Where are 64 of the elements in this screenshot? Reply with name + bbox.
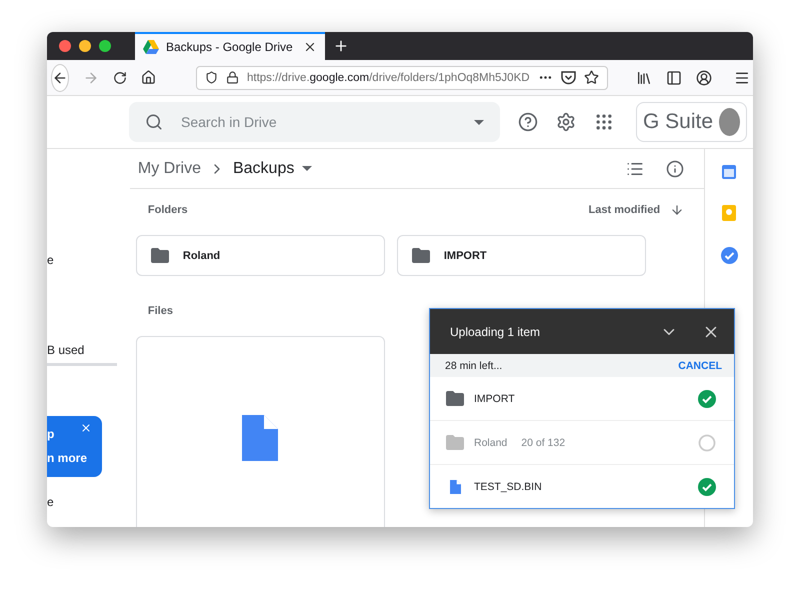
search-icon[interactable] — [145, 113, 163, 131]
lock-icon — [226, 71, 239, 84]
close-icon[interactable] — [80, 422, 92, 434]
address-bar[interactable]: https://drive.google.com/drive/folders/1phOq8Mh5J0KD — [196, 66, 608, 90]
file-card[interactable] — [136, 336, 385, 527]
account-icon[interactable] — [696, 70, 712, 86]
folder-icon — [446, 391, 464, 406]
arrow-down-icon[interactable] — [670, 203, 684, 217]
close-tab-icon[interactable] — [303, 40, 317, 54]
checkmark-icon[interactable] — [720, 247, 738, 264]
document-icon — [450, 480, 460, 494]
shield-icon[interactable] — [205, 71, 218, 84]
time-left-text: 28 min left... — [445, 360, 502, 372]
dropdown-caret-icon[interactable] — [302, 166, 312, 171]
help-icon[interactable] — [518, 112, 538, 132]
folder-card[interactable]: IMPORT — [396, 235, 646, 276]
storage-bar — [47, 363, 117, 366]
folder-icon — [150, 248, 169, 263]
menu-icon[interactable] — [734, 70, 750, 86]
breadcrumb-item[interactable]: My Drive — [138, 160, 201, 178]
tab-title: Backups - Google Drive — [166, 40, 294, 54]
upload-item-name: IMPORT — [474, 392, 515, 404]
back-button[interactable] — [51, 64, 69, 92]
folder-icon — [412, 248, 430, 263]
sidebar-text: e — [47, 253, 55, 267]
panel-title: Uploading 1 item — [450, 324, 542, 338]
folder-name: Roland — [182, 250, 220, 262]
dropdown-caret-icon[interactable] — [474, 120, 484, 124]
search-bar[interactable]: Search in Drive — [129, 102, 500, 142]
url-text: https://drive.google.com/drive/folders/1phOq8Mh5J0KD — [247, 72, 530, 84]
calendar-icon[interactable] — [722, 165, 736, 179]
drive-logo-icon — [143, 40, 159, 54]
section-label: Folders — [148, 204, 188, 216]
home-icon[interactable] — [141, 70, 156, 85]
document-icon — [242, 415, 278, 461]
promo-text: n more — [47, 451, 88, 465]
folder-icon — [446, 435, 464, 450]
search-field[interactable]: Search in Drive — [179, 113, 458, 131]
pocket-icon[interactable] — [560, 70, 576, 84]
minimize-window-button[interactable] — [79, 40, 91, 52]
sidebar-icon[interactable] — [666, 70, 682, 86]
close-window-button[interactable] — [59, 40, 71, 52]
settings-icon[interactable] — [556, 112, 576, 132]
library-icon[interactable] — [636, 70, 652, 86]
cancel-link[interactable]: CANCEL — [678, 360, 722, 372]
upload-item-name: TEST_SD.BIN — [474, 480, 542, 492]
browser-tab[interactable]: Backups - Google Drive — [135, 32, 325, 60]
upload-item-name: Roland — [474, 436, 508, 448]
section-label: Files — [148, 305, 173, 317]
folder-card[interactable]: Roland — [136, 235, 385, 276]
info-icon[interactable] — [666, 160, 684, 178]
breadcrumb-item[interactable]: Backups — [232, 160, 294, 178]
promo-text: p — [47, 427, 54, 441]
bookmark-star-icon[interactable] — [584, 70, 599, 85]
storage-text: B used — [47, 343, 86, 357]
folder-name: IMPORT — [444, 250, 487, 262]
upload-progress-text: 20 of 132 — [521, 436, 566, 448]
sort-label[interactable]: Last modified — [588, 204, 660, 216]
reload-icon[interactable] — [113, 70, 127, 84]
zoom-window-button[interactable] — [99, 40, 111, 52]
avatar[interactable] — [719, 108, 740, 136]
sidebar-text: e — [47, 495, 55, 509]
account-switcher[interactable]: G Suite — [636, 102, 747, 142]
apps-grid-icon[interactable] — [594, 112, 614, 132]
